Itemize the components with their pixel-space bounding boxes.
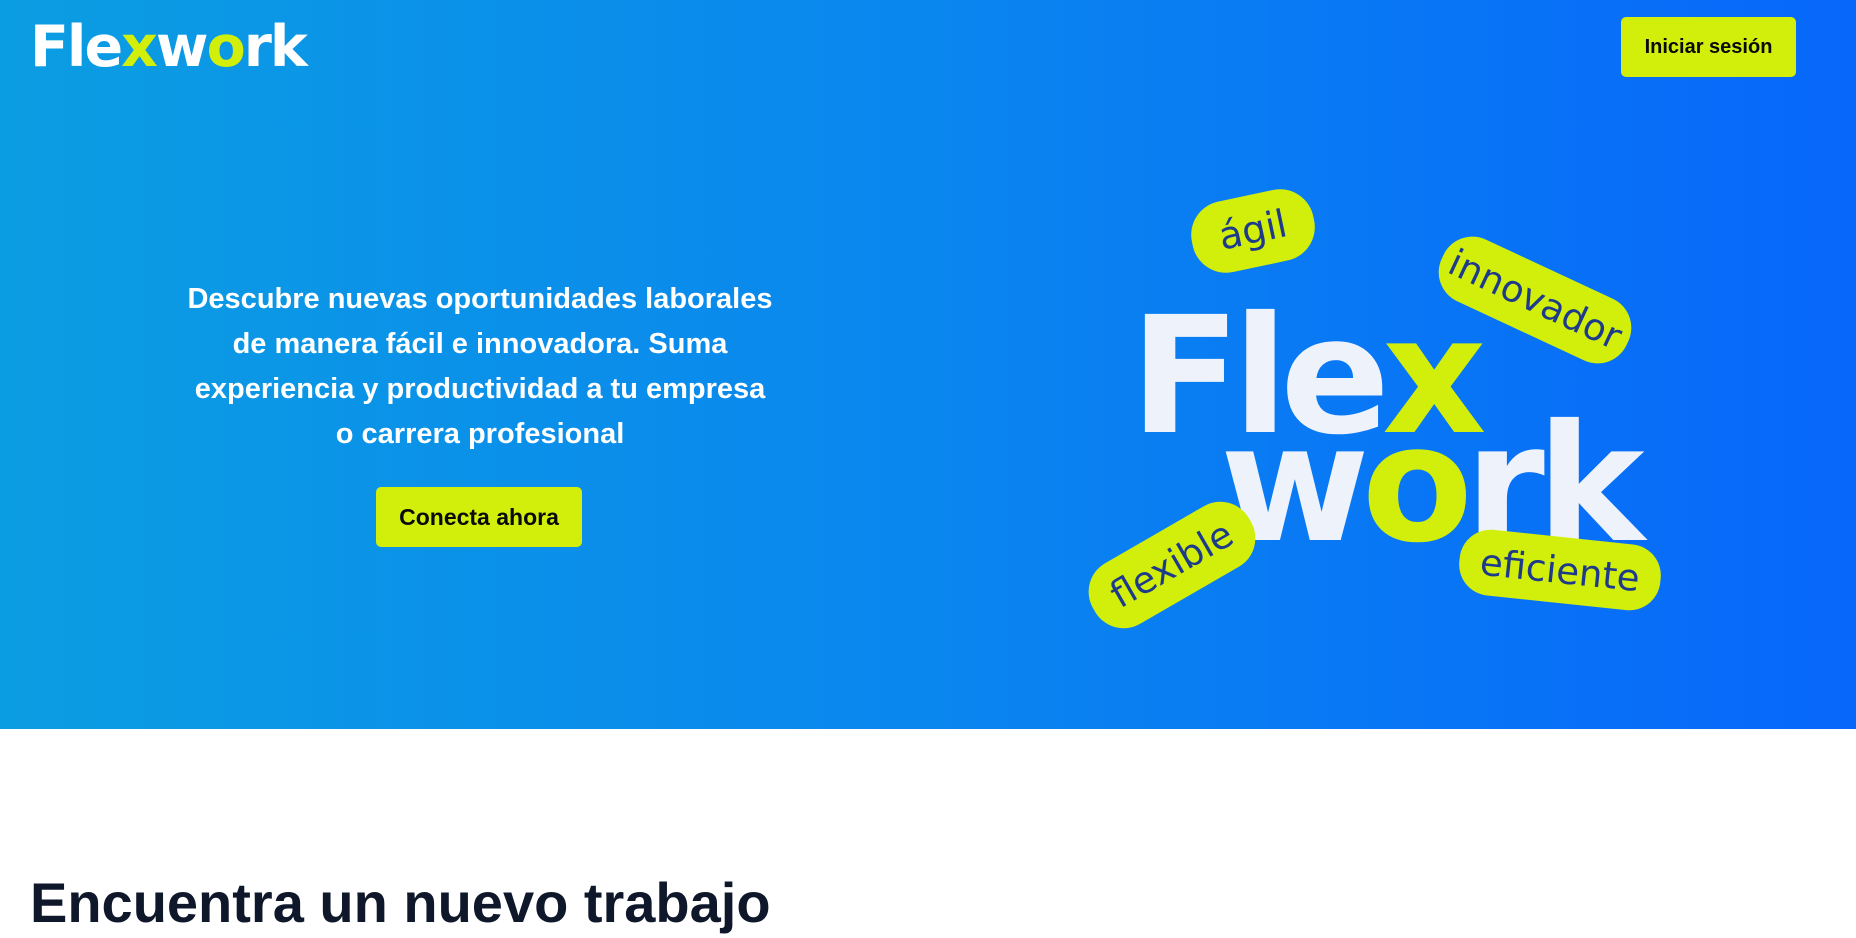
tag-flexible: flexible [1088, 501, 1256, 629]
flexwork-illustration: Flex work ágil innovador flexible eficie… [1060, 170, 1780, 670]
headline-line: Descubre nuevas oportunidades laborales [187, 283, 773, 315]
headline-line: de manera fácil e innovadora. Suma [232, 328, 728, 360]
section-heading: Encuentra un nuevo trabajo [30, 871, 771, 934]
hero-section: Flexwork Iniciar sesión Descubre nuevas … [0, 0, 1856, 729]
flexwork-logo[interactable]: Flexwork [30, 12, 308, 82]
headline-line: o carrera profesional [335, 418, 625, 450]
logo-text-accent: o [206, 14, 246, 80]
hero-headline: Descubre nuevas oportunidades laborales … [170, 277, 790, 457]
logo-text-part: rk [243, 14, 308, 80]
connect-now-button[interactable]: Conecta ahora [376, 487, 582, 547]
headline-line: experiencia y productividad a tu empresa [194, 373, 766, 405]
logo-text-part: Fle [30, 14, 123, 80]
logo-text-part: w [155, 14, 209, 80]
logo-text-accent: x [121, 14, 158, 80]
login-button[interactable]: Iniciar sesión [1621, 17, 1796, 77]
tag-agil: ágil [1191, 189, 1315, 273]
